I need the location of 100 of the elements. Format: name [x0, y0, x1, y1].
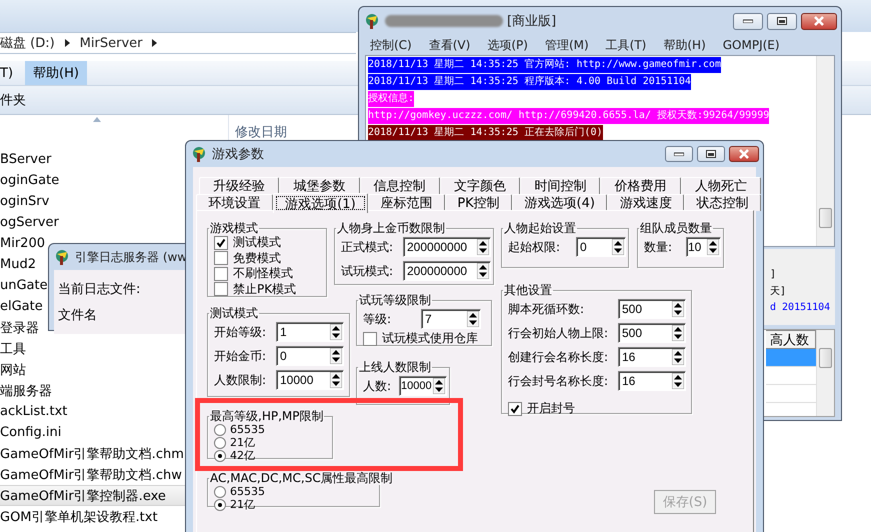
number-field[interactable]: 16: [618, 371, 686, 391]
address-bar[interactable]: 磁盘 (D:) MirServer: [0, 32, 356, 54]
spinner-icon[interactable]: [433, 378, 445, 394]
menu-item[interactable]: 选项(P): [487, 36, 528, 54]
column-header[interactable]: 高人数: [766, 330, 816, 349]
spinner-icon[interactable]: [612, 239, 624, 255]
scrollbar[interactable]: [816, 330, 834, 416]
field-label: 正式模式:: [341, 238, 394, 256]
number-field[interactable]: 500: [618, 323, 686, 343]
close-button[interactable]: [801, 12, 837, 30]
radio-button[interactable]: [214, 498, 226, 510]
field-label: 创建行会名称长度:: [508, 348, 610, 366]
minimize-icon: [674, 152, 684, 156]
minimize-button[interactable]: [733, 12, 763, 30]
menu-item[interactable]: 工具(T): [606, 36, 646, 54]
radio-button[interactable]: [214, 436, 226, 448]
info-label: 文件名: [58, 307, 98, 324]
app-icon: [53, 248, 71, 266]
tab[interactable]: 游戏选项(1): [272, 193, 368, 213]
checkbox[interactable]: [363, 332, 377, 346]
app-icon: [190, 145, 208, 163]
number-field[interactable]: 16: [618, 347, 686, 367]
scrollbar[interactable]: [816, 56, 834, 246]
close-button[interactable]: [729, 146, 759, 162]
field-label: 起始权限:: [508, 238, 562, 256]
menu-item[interactable]: 控制(C): [370, 36, 412, 54]
tab[interactable]: 环境设置: [196, 194, 273, 211]
checkbox[interactable]: [214, 251, 228, 266]
radio-button[interactable]: [214, 424, 226, 436]
spinner-icon[interactable]: [672, 301, 684, 317]
number-field[interactable]: 10000: [399, 376, 447, 396]
field-label: 数量:: [644, 238, 674, 256]
menu-item[interactable]: T): [0, 61, 20, 85]
tab[interactable]: 时间控制: [520, 177, 600, 194]
number-field[interactable]: 1: [276, 322, 344, 342]
spinner-icon[interactable]: [707, 239, 719, 255]
tab[interactable]: 城堡参数: [279, 177, 360, 194]
field-label: 行会初始人物上限:: [508, 324, 610, 342]
breadcrumb-item[interactable]: 磁盘 (D:): [0, 34, 55, 52]
number-field[interactable]: 500: [618, 299, 686, 319]
spinner-icon[interactable]: [330, 348, 342, 364]
checkbox[interactable]: [214, 282, 228, 296]
checkbox-label: 禁止PK模式: [233, 280, 296, 298]
minimize-button[interactable]: [665, 146, 693, 162]
spinner-icon[interactable]: [477, 239, 489, 255]
tab[interactable]: 价格费用: [600, 177, 681, 194]
number-field[interactable]: 200000000: [403, 237, 491, 257]
maximize-icon: [777, 17, 787, 25]
field-label: 行会封号名称长度:: [508, 372, 610, 390]
number-field[interactable]: 10000: [276, 370, 344, 390]
tab[interactable]: 文字颜色: [440, 177, 520, 194]
menu-item[interactable]: 帮助(H): [663, 36, 706, 54]
toolbar-item[interactable]: 件夹: [0, 91, 26, 109]
close-icon: [738, 149, 750, 159]
radio-button[interactable]: [214, 450, 226, 462]
checkbox[interactable]: [214, 266, 228, 281]
checkbox[interactable]: [214, 236, 228, 250]
tab[interactable]: 游戏选项(4): [512, 194, 608, 211]
field-label: 开始金币:: [214, 348, 268, 364]
spinner-icon[interactable]: [672, 349, 684, 365]
group-title: 人物身上金币数限制: [336, 221, 446, 235]
field-label: 人数限制:: [214, 372, 268, 388]
checkbox[interactable]: [508, 402, 522, 416]
menu-item[interactable]: GOMPJ(E): [722, 38, 780, 52]
maximize-button[interactable]: [767, 12, 797, 30]
radio-label: 65535: [230, 485, 265, 498]
spinner-icon[interactable]: [330, 372, 342, 388]
spinner-icon[interactable]: [330, 324, 342, 340]
number-field[interactable]: 0: [276, 346, 344, 366]
tab[interactable]: 座标范围: [368, 194, 445, 211]
checkbox-label: 开启封号: [527, 400, 575, 418]
status-text: d 20151104: [770, 302, 830, 313]
radio-button[interactable]: [214, 486, 226, 498]
close-icon: [813, 16, 825, 26]
spinner-icon[interactable]: [477, 263, 489, 279]
spinner-icon[interactable]: [672, 325, 684, 341]
number-field[interactable]: 7: [421, 309, 481, 329]
tab[interactable]: 升级经验: [199, 177, 280, 194]
tab[interactable]: 人物死亡: [680, 177, 761, 194]
spinner-icon[interactable]: [467, 311, 479, 327]
group-title: 其他设置: [503, 283, 553, 297]
spinner-icon[interactable]: [672, 373, 684, 389]
number-field[interactable]: 200000000: [403, 261, 491, 281]
tab[interactable]: PK控制: [444, 194, 512, 211]
checkbox-label: 不刷怪模式: [233, 265, 293, 282]
tab[interactable]: 状态控制: [684, 194, 762, 211]
tab[interactable]: 信息控制: [360, 177, 440, 194]
number-field[interactable]: 0: [576, 237, 626, 257]
status-text: ]: [770, 269, 776, 280]
chevron-icon: [64, 39, 70, 47]
tab[interactable]: 游戏速度: [607, 194, 684, 211]
number-field[interactable]: 10: [686, 237, 721, 257]
info-label: 当前日志文件:: [58, 281, 142, 298]
maximize-button[interactable]: [697, 146, 725, 162]
menu-item[interactable]: 管理(M): [544, 36, 589, 54]
breadcrumb-item[interactable]: MirServer: [80, 36, 142, 50]
field-label: 等级:: [363, 310, 392, 328]
sort-caret-icon: [93, 117, 101, 122]
menu-item[interactable]: 查看(V): [428, 36, 470, 54]
menu-item[interactable]: 帮助(H): [25, 61, 87, 85]
